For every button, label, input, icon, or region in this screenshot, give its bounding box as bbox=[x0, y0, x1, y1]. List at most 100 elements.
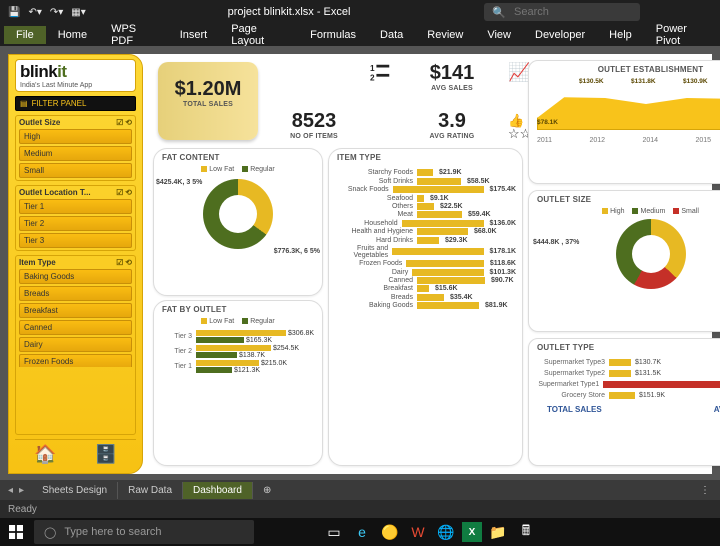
outlet-type-footer-left: TOTAL SALES bbox=[547, 405, 602, 414]
taskbar-search[interactable]: ◯Type here to search bbox=[34, 520, 254, 544]
clear-filter-icon[interactable]: ⟲ bbox=[125, 118, 132, 127]
chart-outlet-size[interactable]: OUTLET SIZEOUTL HighMediumSmall $444.8K … bbox=[528, 190, 720, 332]
tab-developer[interactable]: Developer bbox=[523, 26, 597, 44]
explorer-icon[interactable]: 📁 bbox=[486, 520, 510, 544]
sheet-options-icon[interactable]: ⋮ bbox=[700, 485, 720, 496]
edge-icon[interactable]: e bbox=[350, 520, 374, 544]
bar-row: Canned$90.7K bbox=[335, 277, 516, 284]
slicer-item[interactable]: Baking Goods bbox=[19, 269, 132, 284]
clear-filter-icon[interactable]: ⟲ bbox=[125, 258, 132, 267]
tell-me-search[interactable]: 🔍 bbox=[484, 3, 640, 21]
kpi-row: $1.20M TOTAL SALES 8523 NO OF ITEMS 12 $… bbox=[158, 62, 543, 140]
tab-formulas[interactable]: Formulas bbox=[298, 26, 368, 44]
excel-icon[interactable]: X bbox=[462, 522, 482, 542]
bar-row: Breads$35.4K bbox=[335, 294, 516, 301]
sheet-tab-bar: ◂▸ Sheets Design Raw Data Dashboard ⊕ ⋮ bbox=[0, 480, 720, 500]
bar-row: Supermarket Type3$130.7K≡ bbox=[535, 357, 720, 367]
kpi-items: 8523 NO OF ITEMS bbox=[270, 62, 358, 140]
slicer-item[interactable]: Frozen Foods bbox=[19, 354, 132, 367]
ribbon-tabs: File Home WPS PDF Insert Page Layout For… bbox=[0, 24, 720, 46]
multiselect-icon[interactable]: ☑ bbox=[116, 118, 123, 127]
grouped-bar-row: Tier 3 $306.8K $165.3K bbox=[160, 329, 316, 344]
bar-row: Hard Drinks$29.3K bbox=[335, 237, 516, 244]
slicer-item[interactable]: Small bbox=[19, 163, 132, 178]
sheet-tab-raw[interactable]: Raw Data bbox=[118, 482, 183, 499]
home-icon[interactable]: 🏠 bbox=[34, 444, 56, 465]
slicer-item[interactable]: Tier 2 bbox=[19, 216, 132, 231]
svg-text:1: 1 bbox=[370, 64, 375, 73]
chrome2-icon[interactable]: 🌐 bbox=[434, 520, 458, 544]
brand-tagline: India's Last Minute App bbox=[20, 82, 131, 89]
multiselect-icon[interactable]: ☑ bbox=[116, 188, 123, 197]
slicer-outlet-size[interactable]: Outlet Size☑⟲ HighMediumSmall bbox=[15, 115, 136, 181]
redo-icon[interactable]: ↷▾ bbox=[50, 7, 63, 18]
chart-outlet-type[interactable]: OUTLET TYPE Supermarket Type3$130.7K≡Sup… bbox=[528, 338, 720, 466]
chart-outlet-establishment[interactable]: OUTLET ESTABLISHMENT $78.1K $130.5K $131… bbox=[528, 60, 720, 184]
bar-row: Dairy$101.3K bbox=[335, 269, 516, 276]
slicer-item[interactable]: High bbox=[19, 129, 132, 144]
bar-row: Others$22.5K bbox=[335, 203, 516, 210]
sheet-tab-design[interactable]: Sheets Design bbox=[32, 482, 118, 499]
windows-taskbar: ◯Type here to search ▭ e 🟡 W 🌐 X 📁 🖩 bbox=[0, 518, 720, 546]
chart-fat-by-outlet[interactable]: FAT BY OUTLET Low FatRegular Tier 3 $306… bbox=[153, 300, 323, 466]
filter-sidebar: blinkit India's Last Minute App ▤ FILTER… bbox=[8, 54, 143, 474]
grouped-bar-row: Tier 1 $215.0K $121.3K bbox=[160, 359, 316, 374]
grouped-bar-row: Tier 2 $254.5K $138.7K bbox=[160, 344, 316, 359]
task-view-icon[interactable]: ▭ bbox=[322, 520, 346, 544]
slicer-item[interactable]: Breads bbox=[19, 286, 132, 301]
slicer-item[interactable]: Tier 1 bbox=[19, 199, 132, 214]
sheet-tab-dashboard[interactable]: Dashboard bbox=[183, 482, 253, 499]
bar-row: Meat$59.4K bbox=[335, 211, 516, 218]
search-input[interactable] bbox=[512, 5, 632, 19]
sidebar-footer: 🏠 🗄️ bbox=[15, 439, 136, 469]
tab-insert[interactable]: Insert bbox=[168, 26, 220, 44]
tab-help[interactable]: Help bbox=[597, 26, 644, 44]
slicer-item[interactable]: Canned bbox=[19, 320, 132, 335]
bar-row: Grocery Store$151.9K≡ bbox=[535, 390, 720, 400]
chart-item-type[interactable]: ITEM TYPE Starchy Foods$21.9KSoft Drinks… bbox=[328, 148, 523, 466]
sheet-nav[interactable]: ◂▸ bbox=[0, 485, 32, 496]
bar-row: Supermarket Type2$131.5K≡ bbox=[535, 368, 720, 378]
calculator-icon[interactable]: 🖩 bbox=[514, 520, 538, 544]
document-title: project blinkit.xlsx - Excel bbox=[94, 6, 485, 18]
chart-fat-content[interactable]: FAT CONTENT Low FatRegular $425.4K, 3 5%… bbox=[153, 148, 323, 296]
bar-row: Soft Drinks$58.5K bbox=[335, 178, 516, 185]
add-sheet-button[interactable]: ⊕ bbox=[253, 482, 281, 499]
slicer-item[interactable]: Dairy bbox=[19, 337, 132, 352]
save-icon[interactable]: 💾 bbox=[8, 7, 20, 18]
slicer-outlet-location[interactable]: Outlet Location T...☑⟲ Tier 1Tier 2Tier … bbox=[15, 185, 136, 251]
tab-view[interactable]: View bbox=[475, 26, 523, 44]
worksheet-canvas[interactable]: blinkit India's Last Minute App ▤ FILTER… bbox=[0, 46, 720, 480]
cortana-icon: ◯ bbox=[44, 526, 56, 539]
bar-row: Supermarket Type1$787.5K≡ bbox=[535, 379, 720, 389]
bar-row: Household$136.0K bbox=[335, 220, 516, 227]
svg-text:2: 2 bbox=[370, 73, 375, 82]
tab-home[interactable]: Home bbox=[46, 26, 99, 44]
slicer-item[interactable]: Breakfast bbox=[19, 303, 132, 318]
status-bar: Ready bbox=[0, 500, 720, 518]
chrome-icon[interactable]: 🟡 bbox=[378, 520, 402, 544]
wps-icon[interactable]: W bbox=[406, 520, 430, 544]
dashboard: blinkit India's Last Minute App ▤ FILTER… bbox=[8, 54, 712, 474]
database-icon[interactable]: 🗄️ bbox=[95, 444, 117, 465]
filter-icon: ▤ bbox=[20, 99, 28, 108]
tab-file[interactable]: File bbox=[4, 26, 46, 44]
kpi-avg-sales: $141 AVG SALES 3.9 AVG RATING bbox=[408, 62, 496, 140]
touch-mode-icon[interactable]: ▦▾ bbox=[71, 7, 85, 18]
filter-panel-button[interactable]: ▤ FILTER PANEL bbox=[15, 96, 136, 111]
bar-row: Baking Goods$81.9K bbox=[335, 302, 516, 309]
slicer-item-type[interactable]: Item Type☑⟲ Baking GoodsBreadsBreakfastC… bbox=[15, 255, 136, 435]
tab-data[interactable]: Data bbox=[368, 26, 415, 44]
slicer-item[interactable]: Medium bbox=[19, 146, 132, 161]
multiselect-icon[interactable]: ☑ bbox=[116, 258, 123, 267]
bar-row: Frozen Foods$118.6K bbox=[335, 260, 516, 267]
brand-logo: blinkit India's Last Minute App bbox=[15, 59, 136, 92]
bar-row: Health and Hygiene$68.0K bbox=[335, 228, 516, 235]
clear-filter-icon[interactable]: ⟲ bbox=[125, 188, 132, 197]
tab-review[interactable]: Review bbox=[415, 26, 475, 44]
quick-access-toolbar: 💾 ↶▾ ↷▾ ▦▾ bbox=[0, 7, 94, 18]
undo-icon[interactable]: ↶▾ bbox=[28, 7, 41, 18]
outlet-type-footer-right: AVG SALE bbox=[714, 405, 720, 414]
slicer-item[interactable]: Tier 3 bbox=[19, 233, 132, 248]
start-button[interactable] bbox=[2, 518, 30, 546]
